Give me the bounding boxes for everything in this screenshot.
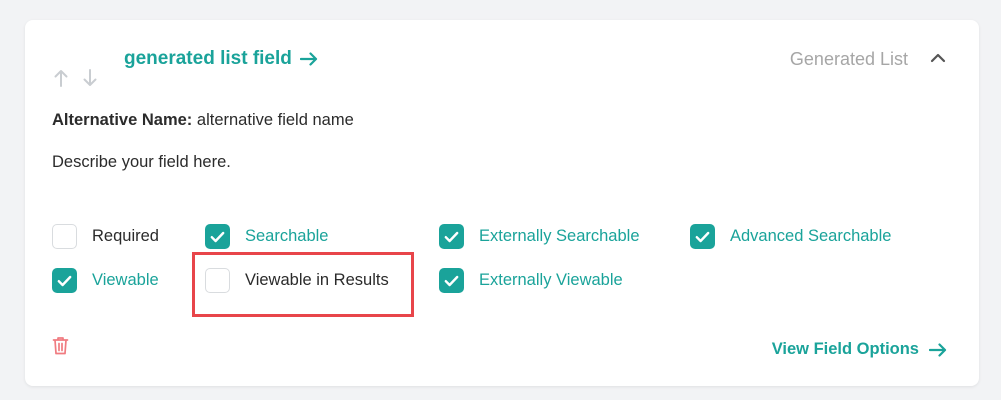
externally-viewable-checkbox[interactable]	[439, 268, 464, 293]
alternative-name: Alternative Name: alternative field name	[52, 111, 354, 130]
option-label: Advanced Searchable	[730, 227, 892, 245]
arrow-up-icon	[54, 70, 68, 87]
viewable-checkbox[interactable]	[52, 268, 77, 293]
option-advanced-searchable[interactable]: Advanced Searchable	[690, 224, 891, 249]
move-up-button[interactable]	[53, 68, 69, 88]
checkmark-icon	[210, 231, 225, 242]
option-externally-viewable[interactable]: Externally Viewable	[439, 268, 623, 293]
checkmark-icon	[444, 231, 459, 242]
chevron-up-icon	[930, 53, 946, 63]
checkmark-icon	[444, 275, 459, 286]
view-field-options-link[interactable]: View Field Options	[772, 340, 947, 359]
field-title: generated list field	[124, 48, 292, 69]
checkmark-icon	[57, 275, 72, 286]
trash-icon	[52, 337, 69, 355]
arrow-right-icon	[299, 52, 317, 66]
checkmark-icon	[695, 231, 710, 242]
alternative-name-value: alternative field name	[196, 111, 354, 129]
option-required[interactable]: Required	[52, 224, 159, 249]
move-down-button[interactable]	[82, 68, 98, 88]
delete-field-button[interactable]	[52, 336, 69, 355]
required-checkbox[interactable]	[52, 224, 77, 249]
field-type-label: Generated List	[789, 49, 908, 69]
externally-searchable-checkbox[interactable]	[439, 224, 464, 249]
option-externally-searchable[interactable]: Externally Searchable	[439, 224, 640, 249]
view-field-options-label: View Field Options	[771, 340, 919, 358]
highlight-box	[192, 252, 414, 317]
option-label: Searchable	[245, 227, 329, 245]
field-card: generated list field Generated List Alte…	[25, 20, 979, 386]
arrow-down-icon	[83, 69, 97, 86]
field-title-link[interactable]: generated list field	[124, 48, 318, 70]
advanced-searchable-checkbox[interactable]	[690, 224, 715, 249]
option-label: Required	[92, 227, 159, 245]
option-viewable[interactable]: Viewable	[52, 268, 159, 293]
searchable-checkbox[interactable]	[205, 224, 230, 249]
option-label: Viewable	[92, 271, 159, 289]
option-label: Externally Searchable	[479, 227, 640, 245]
alternative-name-label: Alternative Name:	[52, 111, 193, 129]
arrow-right-icon	[929, 342, 947, 357]
collapse-button[interactable]	[930, 51, 946, 65]
field-description: Describe your field here.	[52, 153, 231, 171]
option-label: Externally Viewable	[479, 271, 623, 289]
option-searchable[interactable]: Searchable	[205, 224, 328, 249]
